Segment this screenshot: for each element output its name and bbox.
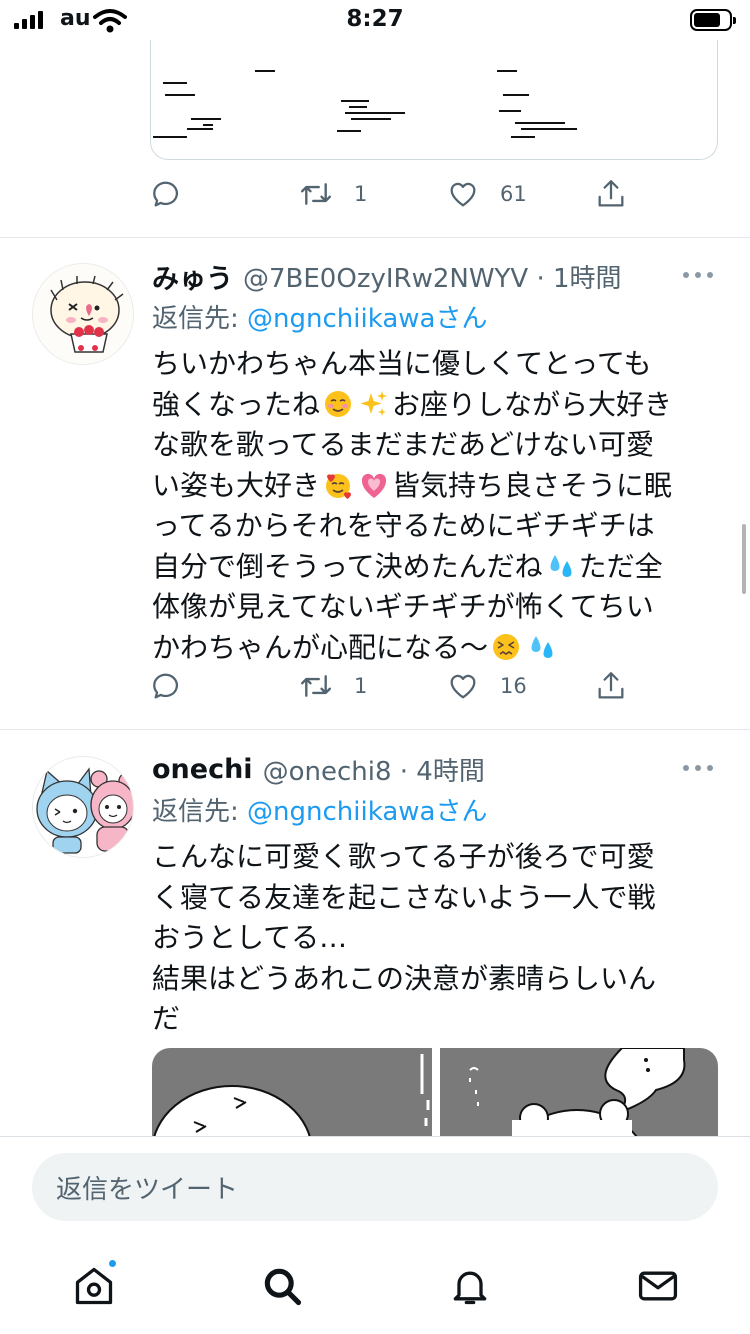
retweet-count: 1 <box>354 674 368 698</box>
tweet-text: ちいかわちゃん本当に優しくてとっても 強くなったね お座りしながら大好き な歌を歌… <box>152 344 720 668</box>
sweat-droplets-emoji-icon <box>550 554 572 577</box>
reply-icon <box>153 181 179 207</box>
tweet-text: こんなに可愛く歌ってる子が後ろで可愛 く寝てる友達を起こさないよう一人で戦 おう… <box>152 837 720 1040</box>
confounded-face-emoji-icon <box>493 633 520 660</box>
previous-tweet-actions: 1 61 <box>150 174 630 214</box>
tweet-media[interactable] <box>152 1048 718 1138</box>
retweet-button[interactable]: 1 <box>298 666 367 706</box>
share-button[interactable] <box>594 174 628 214</box>
tweet-text-line: ちいかわちゃん本当に優しくてとっても <box>152 347 652 380</box>
tab-notifications[interactable] <box>440 1256 500 1316</box>
reply-icon <box>153 673 179 699</box>
retweet-button[interactable]: 1 <box>298 174 367 214</box>
handle-and-time[interactable]: @onechi8 · 4時間 <box>263 751 485 788</box>
manga-panels-image <box>152 1048 718 1138</box>
growing-heart-emoji-icon <box>361 473 387 498</box>
status-bar: au 8:27 <box>0 0 750 40</box>
tweet-text-line: な歌を歌ってるまだまだあどけない可愛 <box>152 428 655 461</box>
share-button[interactable] <box>594 666 628 706</box>
unread-dot <box>107 1258 118 1269</box>
smiling-face-emoji-icon <box>325 390 352 417</box>
reply-context: 返信先: @ngnchiikawaさん <box>152 791 487 828</box>
scroll-indicator[interactable] <box>742 524 746 594</box>
heart-icon <box>450 182 476 207</box>
smiling-face-with-hearts-emoji-icon <box>326 473 352 499</box>
tweet-text-line: だ <box>152 1002 181 1035</box>
home-icon <box>75 1267 113 1305</box>
share-icon <box>598 180 624 207</box>
avatar[interactable] <box>32 263 134 365</box>
tweet-actions: 1 16 <box>150 666 630 706</box>
tweet-text-line: 強くなったね お座りしながら大好き <box>152 387 673 421</box>
divider <box>0 729 750 730</box>
reply-prefix: 返信先: <box>152 304 248 334</box>
notifications-icon <box>453 1271 487 1305</box>
retweet-icon <box>300 675 332 697</box>
tweet-text-line: く寝てる友達を起こさないよう一人で戦 <box>152 880 656 914</box>
tweet-text-line: 結果はどうあれこの決意が素晴らしいん <box>152 961 657 995</box>
like-count: 16 <box>500 674 527 698</box>
more-options-icon[interactable] <box>682 763 714 773</box>
reply-context: 返信先: @ngnchiikawaさん <box>152 298 487 335</box>
share-icon <box>598 672 624 699</box>
tweet-text-line: おうとしてる… <box>152 921 348 954</box>
reply-bar: 返信をツイート <box>0 1136 750 1232</box>
more-options-icon[interactable] <box>682 270 714 280</box>
tweet-text-line: かわちゃんが心配になる〜 <box>152 628 720 669</box>
like-button[interactable]: 16 <box>446 666 527 706</box>
retweet-icon <box>300 183 332 205</box>
handle-and-time[interactable]: @7BE0OzyIRw2NWYV · 1時間 <box>243 258 622 295</box>
messages-icon <box>638 1271 678 1301</box>
heart-icon <box>450 674 476 699</box>
clock: 8:27 <box>346 6 404 32</box>
battery-icon <box>690 9 736 31</box>
reply-button[interactable] <box>150 666 184 706</box>
reply-input[interactable]: 返信をツイート <box>32 1153 718 1221</box>
tweet-text-line: い姿も大好き 皆気持ち良さそうに眠 <box>152 468 673 502</box>
avatar[interactable] <box>32 756 134 858</box>
like-count: 61 <box>500 182 527 206</box>
avatar-illustration <box>33 264 133 364</box>
like-button[interactable]: 61 <box>446 174 527 214</box>
tweet-text-line: ってるからそれを守るためにギチギチは <box>152 509 655 542</box>
tweet-text-line: こんなに可愛く歌ってる子が後ろで可愛 <box>152 840 655 873</box>
retweet-count: 1 <box>354 182 368 206</box>
reply-mention-link[interactable]: @ngnchiikawaさん <box>247 797 487 827</box>
reply-prefix: 返信先: <box>152 797 248 827</box>
search-icon <box>264 1268 302 1306</box>
divider <box>0 237 750 238</box>
previous-tweet-media[interactable] <box>150 40 718 160</box>
display-name[interactable]: みゅう <box>152 257 233 296</box>
tweet-text-line: 体像が見えてないギチギチが怖くてちい <box>152 590 654 623</box>
tab-search[interactable] <box>252 1256 312 1316</box>
reply-mention-link[interactable]: @ngnchiikawaさん <box>247 304 487 334</box>
avatar-illustration <box>33 757 133 857</box>
reply-button[interactable] <box>150 174 184 214</box>
tab-home[interactable] <box>64 1256 124 1316</box>
tab-bar <box>0 1232 750 1334</box>
sweat-droplets-emoji-icon <box>531 635 553 658</box>
tab-messages[interactable] <box>628 1256 688 1316</box>
tweet-text-line: 自分で倒そうって決めたんだね ただ全 <box>152 549 663 583</box>
display-name[interactable]: onechi <box>152 754 253 785</box>
sparkles-emoji-icon <box>360 390 388 416</box>
